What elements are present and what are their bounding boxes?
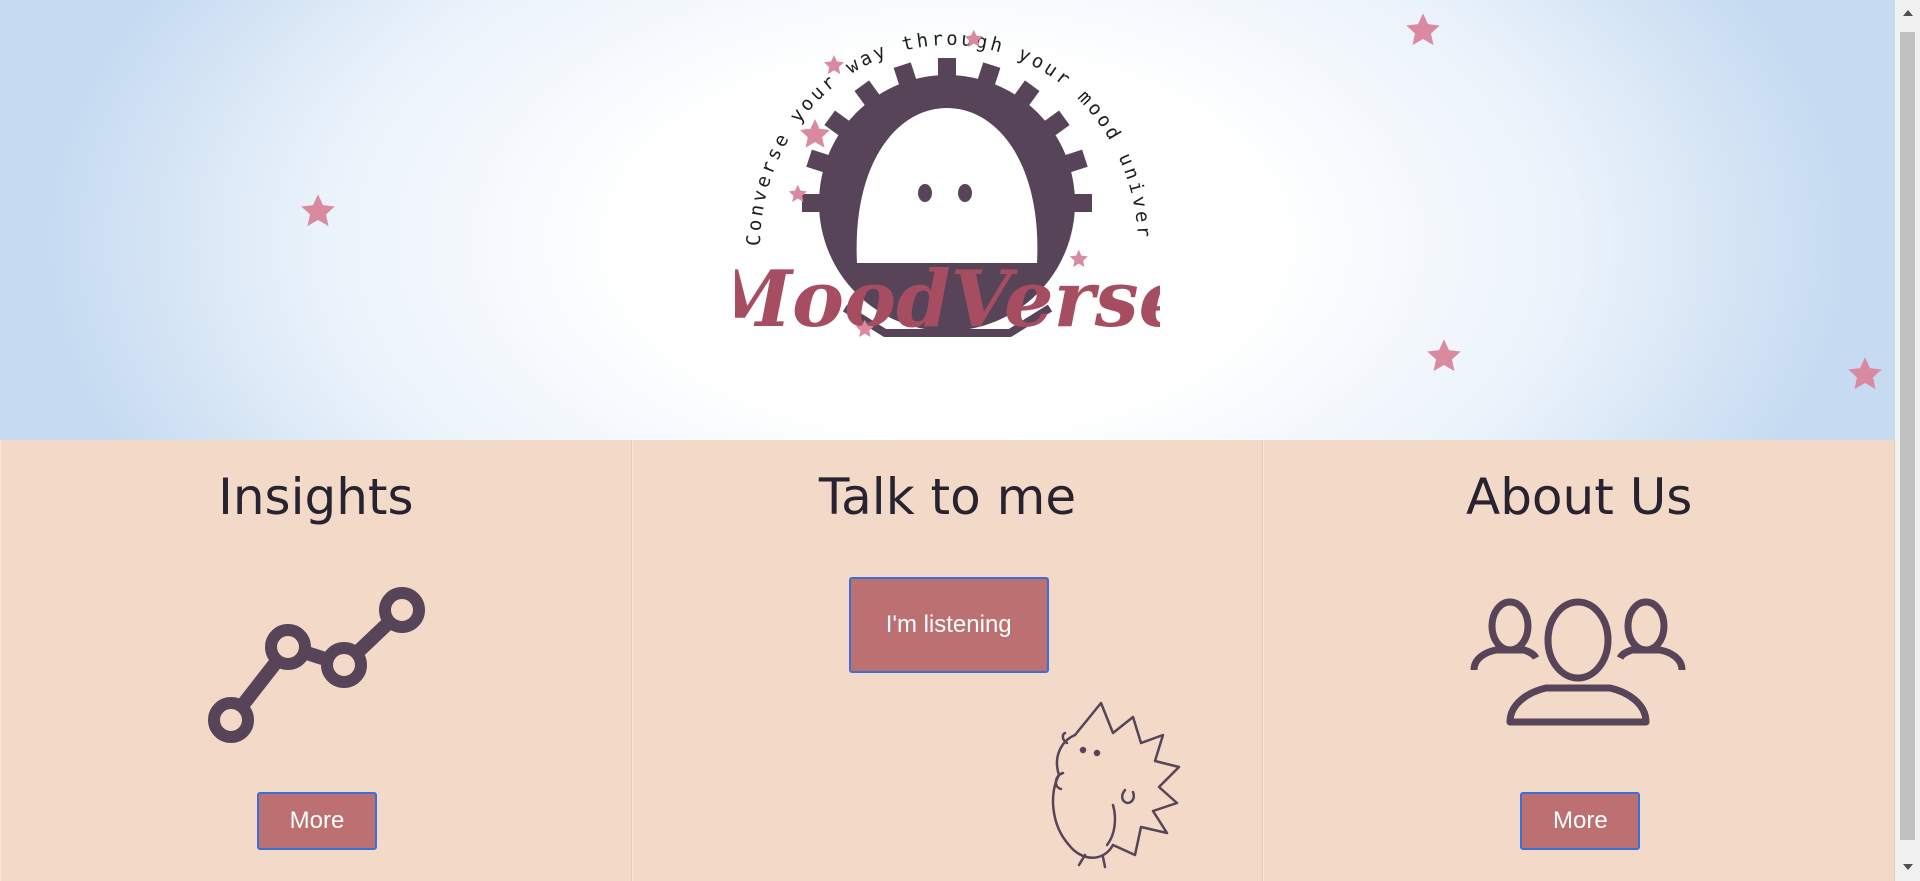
line-chart-icon: [208, 587, 425, 743]
feature-panels: Insights More Talk to me I'm listening A…: [0, 440, 1896, 881]
insights-title: Insights: [218, 468, 414, 526]
about-title: About Us: [1465, 468, 1693, 526]
insights-panel: Insights More: [0, 440, 632, 881]
moodverse-logo: Converse your way through your mood univ…: [735, 8, 1160, 345]
star-icon: [1406, 13, 1440, 46]
talk-title: Talk to me: [818, 468, 1077, 526]
star-icon: [301, 194, 335, 227]
vertical-scrollbar[interactable]: [1895, 0, 1920, 881]
scrollbar-thumb[interactable]: [1900, 32, 1915, 840]
about-more-button[interactable]: More: [1520, 792, 1641, 850]
scroll-up-arrow-icon[interactable]: [1903, 10, 1913, 16]
hedgehog-illustration: [1051, 701, 1180, 869]
insights-more-button[interactable]: More: [257, 792, 377, 850]
about-panel: About Us More: [1263, 440, 1896, 881]
star-icon: [1848, 357, 1882, 390]
listening-button[interactable]: I'm listening: [848, 577, 1049, 673]
group-users-icon: [1470, 598, 1686, 726]
logo-brand: MoodVerse: [735, 254, 1160, 345]
talk-panel: Talk to me I'm listening: [631, 440, 1264, 881]
scroll-down-arrow-icon[interactable]: [1903, 864, 1913, 870]
star-icon: [1427, 339, 1461, 372]
hero-banner: Converse your way through your mood univ…: [0, 0, 1895, 440]
